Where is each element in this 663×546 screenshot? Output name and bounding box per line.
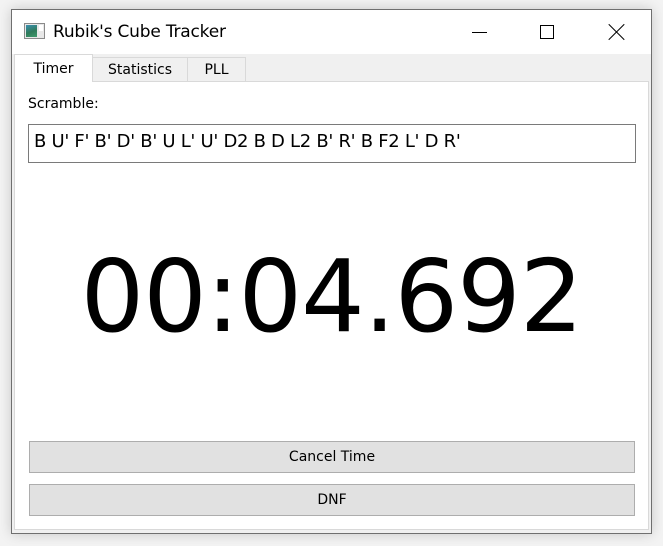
client-area: Timer Statistics PLL Scramble: B U' F' B… (12, 54, 651, 533)
maximize-button[interactable] (524, 10, 570, 54)
minimize-button[interactable] (456, 10, 502, 54)
cancel-time-button[interactable]: Cancel Time (29, 441, 635, 473)
tab-statistics[interactable]: Statistics (92, 57, 188, 81)
scramble-label: Scramble: (28, 96, 99, 112)
app-window-icon (24, 23, 45, 39)
minimize-icon (471, 31, 487, 33)
timer-display: 00:04.692 (80, 238, 584, 355)
scramble-field[interactable]: B U' F' B' D' B' U L' U' D2 B D L2 B' R'… (28, 124, 636, 163)
tab-timer[interactable]: Timer (14, 54, 93, 82)
close-icon (609, 24, 625, 40)
tab-bar: Timer Statistics PLL (12, 54, 651, 82)
app-window: Rubik's Cube Tracker Timer Statistics PL… (11, 9, 652, 534)
tab-pll[interactable]: PLL (187, 57, 246, 81)
maximize-icon (540, 25, 554, 39)
close-button[interactable] (594, 10, 640, 54)
dnf-button[interactable]: DNF (29, 484, 635, 516)
window-title: Rubik's Cube Tracker (53, 22, 226, 42)
title-bar[interactable]: Rubik's Cube Tracker (12, 10, 651, 54)
timer-panel: Scramble: B U' F' B' D' B' U L' U' D2 B … (14, 81, 649, 530)
